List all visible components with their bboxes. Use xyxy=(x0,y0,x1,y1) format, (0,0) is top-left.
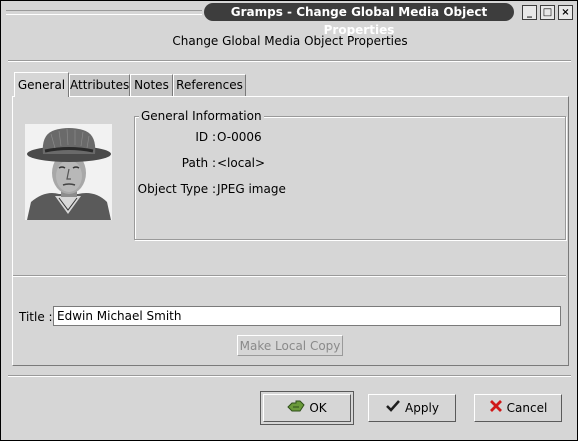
tab-references[interactable]: References xyxy=(173,74,246,96)
title-label: Title : xyxy=(19,310,53,324)
tab-attributes-label: Attributes xyxy=(70,78,130,92)
object-type-value: JPEG image xyxy=(217,182,286,196)
header-divider xyxy=(8,60,571,62)
buttons-divider xyxy=(8,375,571,377)
ok-hand-icon xyxy=(287,396,305,422)
title-bar-grip xyxy=(6,10,202,15)
tab-general[interactable]: General xyxy=(14,72,69,97)
tab-attributes[interactable]: Attributes xyxy=(69,74,130,96)
red-x-icon xyxy=(489,396,503,422)
object-type-label: Object Type : xyxy=(137,182,216,196)
tab-general-label: General xyxy=(17,78,66,92)
panel-divider xyxy=(13,275,566,277)
path-value: <local> xyxy=(217,156,266,170)
cancel-button-label: Cancel xyxy=(506,401,548,415)
id-value: O-0006 xyxy=(217,130,262,144)
dialog-window: Gramps - Change Global Media Object Prop… xyxy=(0,0,578,441)
id-label: ID : xyxy=(195,130,216,144)
maximize-icon[interactable]: □ xyxy=(540,5,555,20)
title-input[interactable] xyxy=(53,306,561,326)
media-thumbnail xyxy=(25,124,112,220)
apply-button-label: Apply xyxy=(405,401,439,415)
apply-button[interactable]: Apply xyxy=(368,394,456,422)
checkmark-icon xyxy=(385,396,401,422)
title-bar[interactable]: Gramps - Change Global Media Object Prop… xyxy=(2,2,576,37)
path-label: Path : xyxy=(181,156,216,170)
window-title: Gramps - Change Global Media Object Prop… xyxy=(204,3,514,37)
make-local-copy-button[interactable]: Make Local Copy xyxy=(237,335,343,356)
dialog-header: Change Global Media Object Properties xyxy=(172,34,408,48)
ok-button-label: OK xyxy=(309,401,327,415)
ok-button[interactable]: OK xyxy=(260,391,354,425)
tab-references-label: References xyxy=(176,78,243,92)
general-information-label: General Information xyxy=(139,109,264,123)
portrait-image xyxy=(25,124,112,220)
close-icon[interactable]: × xyxy=(558,5,573,20)
minimize-icon[interactable]: _ xyxy=(522,5,537,20)
cancel-button[interactable]: Cancel xyxy=(474,394,562,422)
tab-notes-label: Notes xyxy=(134,78,169,92)
tab-notes[interactable]: Notes xyxy=(130,74,173,96)
